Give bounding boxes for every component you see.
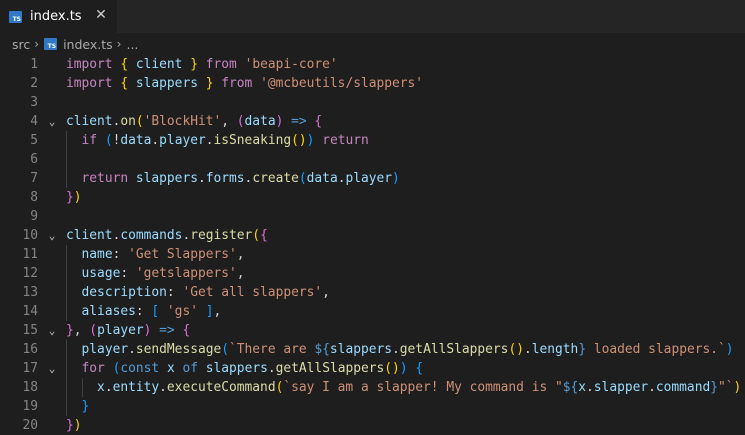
fold-gutter — [38, 378, 66, 397]
breadcrumb-file[interactable]: TS index.ts — [44, 37, 113, 52]
line-number: 2 — [30, 76, 38, 91]
fold-gutter — [38, 416, 66, 435]
code-line: 13 description: 'Get all slappers', — [0, 283, 745, 302]
fold-gutter — [38, 207, 66, 226]
line-number: 15 — [22, 323, 38, 338]
code-editor[interactable]: 1 import { client } from 'beapi-core' 2 … — [0, 55, 745, 435]
line-number: 8 — [30, 190, 38, 205]
tab-bar: TS index.ts ✕ — [0, 0, 745, 33]
code-text: }) — [66, 190, 82, 205]
fold-gutter — [38, 302, 66, 321]
fold-gutter — [38, 283, 66, 302]
code-line: 7 return slappers.forms.create(data.play… — [0, 169, 745, 188]
code-line: 19 } — [0, 397, 745, 416]
code-line: 15 ⌄ }, (player) => { — [0, 321, 745, 340]
line-number: 19 — [22, 399, 38, 414]
line-number: 4 — [30, 114, 38, 129]
code-line: 20 }) — [0, 416, 745, 435]
line-number: 18 — [22, 380, 38, 395]
code-text: import { client } from 'beapi-core' — [66, 57, 338, 72]
code-line: 3 — [0, 93, 745, 112]
chevron-down-icon[interactable]: ⌄ — [38, 112, 66, 131]
code-line: 9 — [0, 207, 745, 226]
code-line: 1 import { client } from 'beapi-core' — [0, 55, 745, 74]
fold-gutter — [38, 131, 66, 150]
line-number: 3 — [30, 95, 38, 110]
line-number: 12 — [22, 266, 38, 281]
code-line: 4 ⌄ client.on('BlockHit', (data) => { — [0, 112, 745, 131]
code-line: 5 if (!data.player.isSneaking()) return — [0, 131, 745, 150]
tab-index-ts[interactable]: TS index.ts ✕ — [0, 0, 117, 33]
fold-gutter — [38, 245, 66, 264]
line-number: 9 — [30, 209, 38, 224]
chevron-down-icon[interactable]: ⌄ — [38, 226, 66, 245]
code-text — [66, 150, 74, 169]
fold-gutter — [38, 150, 66, 169]
code-line: 18 x.entity.executeCommand(`say I am a s… — [0, 378, 745, 397]
code-text: }) — [66, 418, 82, 433]
code-text: description: 'Get all slappers', — [66, 283, 330, 302]
code-text: return slappers.forms.create(data.player… — [66, 169, 400, 188]
line-number: 11 — [22, 247, 38, 262]
line-number: 16 — [22, 342, 38, 357]
code-text: client.commands.register({ — [66, 228, 268, 243]
breadcrumb-file-label: index.ts — [63, 36, 113, 52]
chevron-down-icon[interactable]: ⌄ — [38, 359, 66, 378]
fold-gutter — [38, 188, 66, 207]
tab-label: index.ts — [30, 9, 82, 24]
code-line: 11 name: 'Get Slappers', — [0, 245, 745, 264]
code-text: for (const x of slappers.getAllSlappers(… — [66, 359, 423, 378]
chevron-down-icon[interactable]: ⌄ — [38, 321, 66, 340]
line-number: 14 — [22, 304, 38, 319]
line-number: 17 — [22, 361, 38, 376]
fold-gutter — [38, 74, 66, 93]
chevron-right-icon: › — [116, 37, 122, 51]
fold-gutter — [38, 264, 66, 283]
close-icon[interactable]: ✕ — [94, 8, 108, 22]
fold-gutter — [38, 93, 66, 112]
code-line: 16 player.sendMessage(`There are ${slapp… — [0, 340, 745, 359]
typescript-file-icon: TS — [9, 10, 22, 23]
code-line: 12 usage: 'getslappers', — [0, 264, 745, 283]
code-text: import { slappers } from '@mcbeutils/sla… — [66, 76, 424, 91]
breadcrumb-folder[interactable]: src — [12, 37, 30, 52]
fold-gutter — [38, 397, 66, 416]
typescript-file-icon: TS — [44, 38, 58, 50]
code-line: 6 — [0, 150, 745, 169]
code-line: 2 import { slappers } from '@mcbeutils/s… — [0, 74, 745, 93]
code-text: player.sendMessage(`There are ${slappers… — [66, 340, 734, 359]
code-text: x.entity.executeCommand(`say I am a slap… — [66, 378, 741, 397]
code-line: 17 ⌄ for (const x of slappers.getAllSlap… — [0, 359, 745, 378]
line-number: 1 — [30, 57, 38, 72]
fold-gutter — [38, 169, 66, 188]
line-number: 5 — [30, 133, 38, 148]
chevron-right-icon: › — [34, 37, 40, 51]
code-text: usage: 'getslappers', — [66, 264, 245, 283]
line-number: 13 — [22, 285, 38, 300]
code-text: client.on('BlockHit', (data) => { — [66, 114, 323, 129]
line-number: 20 — [22, 418, 38, 433]
code-text: if (!data.player.isSneaking()) return — [66, 131, 369, 150]
code-line: 14 aliases: [ 'gs' ], — [0, 302, 745, 321]
code-text: aliases: [ 'gs' ], — [66, 302, 221, 321]
fold-gutter — [38, 55, 66, 74]
fold-gutter — [38, 340, 66, 359]
code-line: 8 }) — [0, 188, 745, 207]
breadcrumb: src › TS index.ts › ... — [0, 33, 745, 55]
code-text: } — [66, 397, 89, 416]
line-number: 7 — [30, 171, 38, 186]
line-number: 6 — [30, 152, 38, 167]
line-number: 10 — [22, 228, 38, 243]
code-line: 10 ⌄ client.commands.register({ — [0, 226, 745, 245]
code-text: }, (player) => { — [66, 323, 191, 338]
breadcrumb-more[interactable]: ... — [126, 37, 138, 52]
code-text: name: 'Get Slappers', — [66, 245, 245, 264]
